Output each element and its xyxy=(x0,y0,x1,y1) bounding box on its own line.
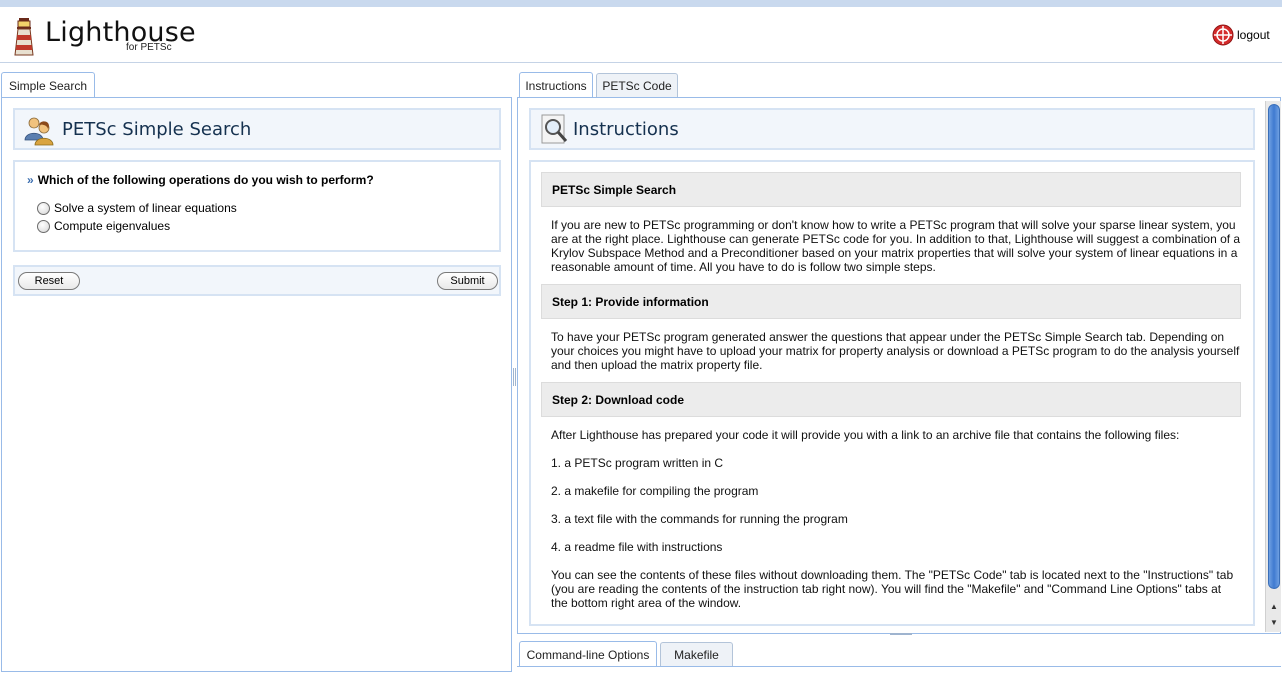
logout-icon[interactable] xyxy=(1212,24,1234,46)
instructions-content: PETSc Simple Search If you are new to PE… xyxy=(529,160,1255,626)
instructions-scrollbar[interactable]: ▲ ▼ xyxy=(1265,101,1281,632)
section-heading: Step 1: Provide information xyxy=(541,284,1241,319)
tab-petsc-code[interactable]: PETSc Code xyxy=(596,73,678,98)
simple-search-title: PETSc Simple Search xyxy=(62,119,252,140)
instructions-header: Instructions xyxy=(529,108,1255,150)
section-heading: Step 2: Download code xyxy=(541,382,1241,417)
search-button-bar: Reset Submit xyxy=(13,265,501,296)
simple-search-panel: PETSc Simple Search » Which of the follo… xyxy=(1,97,512,672)
question-box: » Which of the following operations do y… xyxy=(13,160,501,252)
paragraph: After Lighthouse has prepared your code … xyxy=(551,428,1180,442)
horizontal-splitter-handle[interactable] xyxy=(890,633,912,635)
users-icon xyxy=(24,117,54,146)
vertical-splitter-handle[interactable] xyxy=(513,368,516,386)
logout-link[interactable]: logout xyxy=(1212,24,1270,46)
question-text: Which of the following operations do you… xyxy=(37,173,374,187)
option-label[interactable]: Compute eigenvalues xyxy=(54,219,170,233)
tab-instructions[interactable]: Instructions xyxy=(519,72,593,98)
instructions-title: Instructions xyxy=(573,119,679,140)
paragraph: If you are new to PETSc programming or d… xyxy=(551,218,1241,274)
scroll-up-arrow-icon[interactable]: ▲ xyxy=(1268,601,1280,613)
app-header: Lighthouse for PETSc logout xyxy=(0,7,1282,63)
scroll-down-arrow-icon[interactable]: ▼ xyxy=(1268,617,1280,629)
option-solve-linear[interactable]: Solve a system of linear equations xyxy=(37,201,237,215)
reset-button[interactable]: Reset xyxy=(18,272,80,290)
submit-button[interactable]: Submit xyxy=(437,272,498,290)
paragraph: To have your PETSc program generated ans… xyxy=(551,330,1240,372)
app-title: Lighthouse xyxy=(45,17,196,48)
section-heading: PETSc Simple Search xyxy=(541,172,1241,207)
radio-button[interactable] xyxy=(37,201,50,215)
lighthouse-icon xyxy=(14,18,34,56)
list-item: 1. a PETSc program written in C xyxy=(551,456,724,470)
tab-simple-search[interactable]: Simple Search xyxy=(1,72,95,98)
list-item: 3. a text file with the commands for run… xyxy=(551,512,848,526)
instructions-panel: Instructions PETSc Simple Search If you … xyxy=(517,97,1281,634)
question-label: » Which of the following operations do y… xyxy=(27,173,374,187)
double-chevron-right-icon: » xyxy=(27,173,34,187)
option-eigenvalues[interactable]: Compute eigenvalues xyxy=(37,219,170,233)
tab-command-line-options[interactable]: Command-line Options xyxy=(519,641,657,667)
scrollbar-thumb[interactable] xyxy=(1268,104,1280,589)
simple-search-header: PETSc Simple Search xyxy=(13,108,501,150)
option-label[interactable]: Solve a system of linear equations xyxy=(54,201,237,215)
radio-button[interactable] xyxy=(37,219,50,233)
list-item: 4. a readme file with instructions xyxy=(551,540,723,554)
magnifier-icon xyxy=(541,114,568,144)
app-subtitle: for PETSc xyxy=(126,42,172,53)
logout-label[interactable]: logout xyxy=(1237,28,1270,42)
paragraph: You can see the contents of these files … xyxy=(551,568,1234,610)
tab-makefile[interactable]: Makefile xyxy=(660,642,733,667)
window-top-strip xyxy=(0,0,1282,7)
list-item: 2. a makefile for compiling the program xyxy=(551,484,759,498)
bottom-panel-edge xyxy=(517,666,1281,672)
